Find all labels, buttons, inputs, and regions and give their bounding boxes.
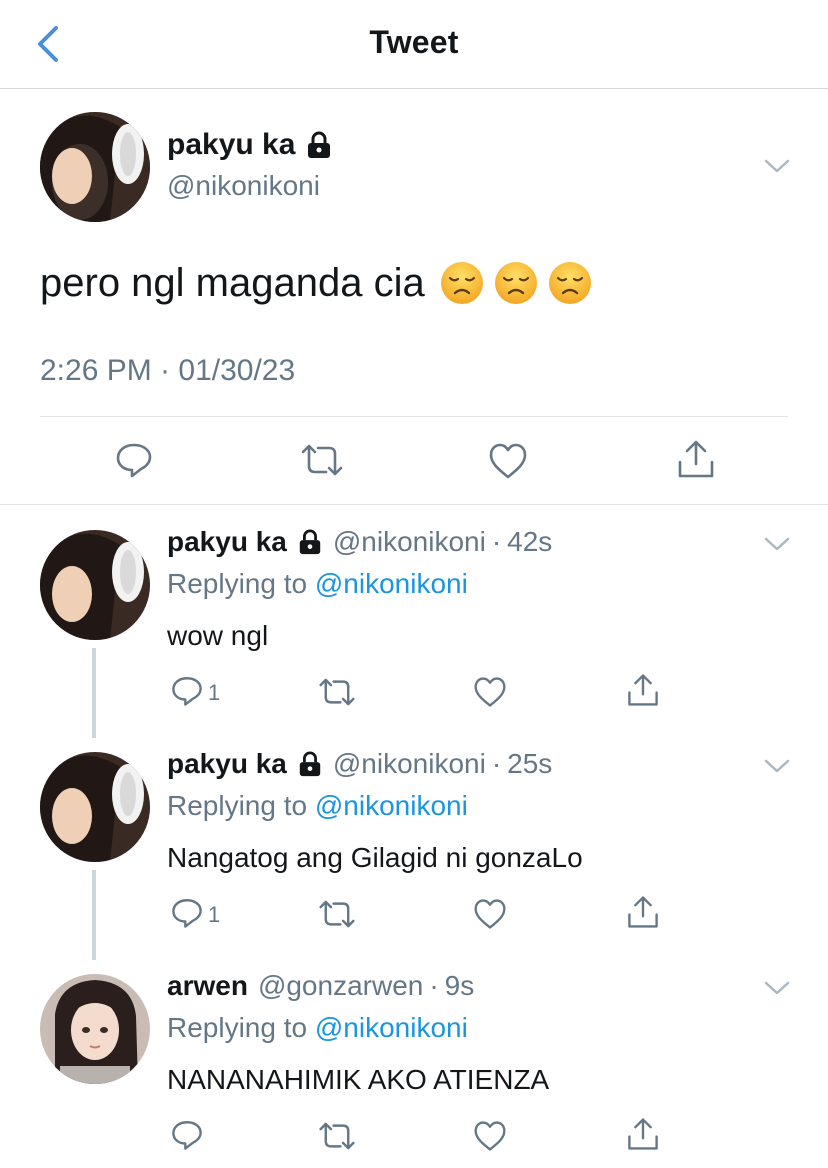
author-handle: @nikonikoni (332, 748, 486, 779)
reply-time: 25s (507, 748, 553, 779)
author-name: arwen (167, 970, 248, 1001)
mention-link[interactable]: @nikonikoni (315, 790, 468, 821)
author-handle: @gonzarwen (257, 970, 424, 1001)
tweet-timestamp: 2:26 PM · 01/30/23 (40, 354, 296, 387)
avatar[interactable] (40, 112, 150, 222)
retweet-icon[interactable] (318, 676, 356, 708)
like-icon[interactable] (473, 1120, 507, 1152)
avatar[interactable] (40, 974, 150, 1084)
avatar-photo (40, 752, 150, 862)
tweet-text: pero ngl maganda cia (40, 260, 593, 306)
author-name: pakyu ka (167, 128, 296, 161)
reply-icon[interactable] (170, 674, 204, 708)
share-icon[interactable] (626, 672, 660, 708)
page-title: Tweet (369, 24, 459, 60)
mention-link[interactable]: @nikonikoni (315, 568, 468, 599)
replying-to-label: Replying to (167, 1012, 308, 1043)
tweet-text-content: pero ngl maganda cia (40, 260, 425, 305)
avatar-photo (40, 112, 150, 222)
replying-to: Replying to @nikonikoni (167, 1012, 468, 1044)
reply-header[interactable]: arwen @gonzarwen · 9s (167, 970, 474, 1002)
reply-count: 1 (208, 680, 221, 705)
divider (40, 416, 788, 417)
avatar[interactable] (40, 530, 150, 640)
reply-icon[interactable] (170, 896, 204, 930)
separator-dot: · (491, 526, 502, 557)
author-handle: @nikonikoni (332, 526, 486, 557)
reply-text: wow ngl (167, 620, 269, 651)
share-icon[interactable] (676, 438, 716, 480)
author-name-row[interactable]: pakyu ka (167, 128, 333, 162)
share-icon[interactable] (626, 1116, 660, 1152)
lock-icon (308, 131, 331, 158)
avatar[interactable] (40, 752, 150, 862)
nav-header: Tweet (0, 0, 828, 89)
author-name: pakyu ka (167, 748, 287, 779)
reply-text: Nangatog ang Gilagid ni gonzaLo (167, 842, 583, 873)
avatar-photo (40, 530, 150, 640)
chevron-down-icon[interactable] (764, 758, 790, 774)
like-icon[interactable] (488, 442, 528, 480)
share-icon[interactable] (626, 894, 660, 930)
separator-dot: · (429, 970, 439, 1001)
reply-text: NANANAHIMIK AKO ATIENZA (167, 1064, 550, 1095)
reply-header[interactable]: pakyu ka @nikonikoni · 42s (167, 526, 552, 558)
reply-icon[interactable] (114, 440, 154, 480)
disappointed-face-emoji (548, 262, 591, 304)
retweet-icon[interactable] (318, 1120, 356, 1152)
divider (0, 504, 828, 505)
reply-time: 9s (444, 970, 475, 1001)
retweet-icon[interactable] (318, 898, 356, 930)
chevron-down-icon[interactable] (764, 158, 790, 174)
replying-to-label: Replying to (167, 790, 308, 821)
replying-to-label: Replying to (167, 568, 308, 599)
disappointed-face-emoji (494, 262, 537, 304)
disappointed-face-emoji (440, 262, 483, 304)
reply-icon[interactable] (170, 1118, 204, 1152)
reply-header[interactable]: pakyu ka @nikonikoni · 25s (167, 748, 552, 780)
lock-icon (299, 751, 321, 777)
thread-line (92, 870, 96, 960)
reply-count: 1 (208, 902, 221, 927)
like-icon[interactable] (473, 898, 507, 930)
author-name: pakyu ka (167, 526, 287, 557)
chevron-down-icon[interactable] (764, 536, 790, 552)
replying-to: Replying to @nikonikoni (167, 568, 468, 600)
reply-time: 42s (507, 526, 553, 557)
like-icon[interactable] (473, 676, 507, 708)
separator-dot: · (491, 748, 502, 779)
author-handle[interactable]: @nikonikoni (167, 170, 320, 202)
chevron-down-icon[interactable] (764, 980, 790, 996)
replying-to: Replying to @nikonikoni (167, 790, 468, 822)
thread-line (92, 648, 96, 738)
retweet-icon[interactable] (300, 442, 344, 478)
mention-link[interactable]: @nikonikoni (315, 1012, 468, 1043)
lock-icon (299, 529, 321, 555)
avatar-photo (40, 974, 150, 1084)
